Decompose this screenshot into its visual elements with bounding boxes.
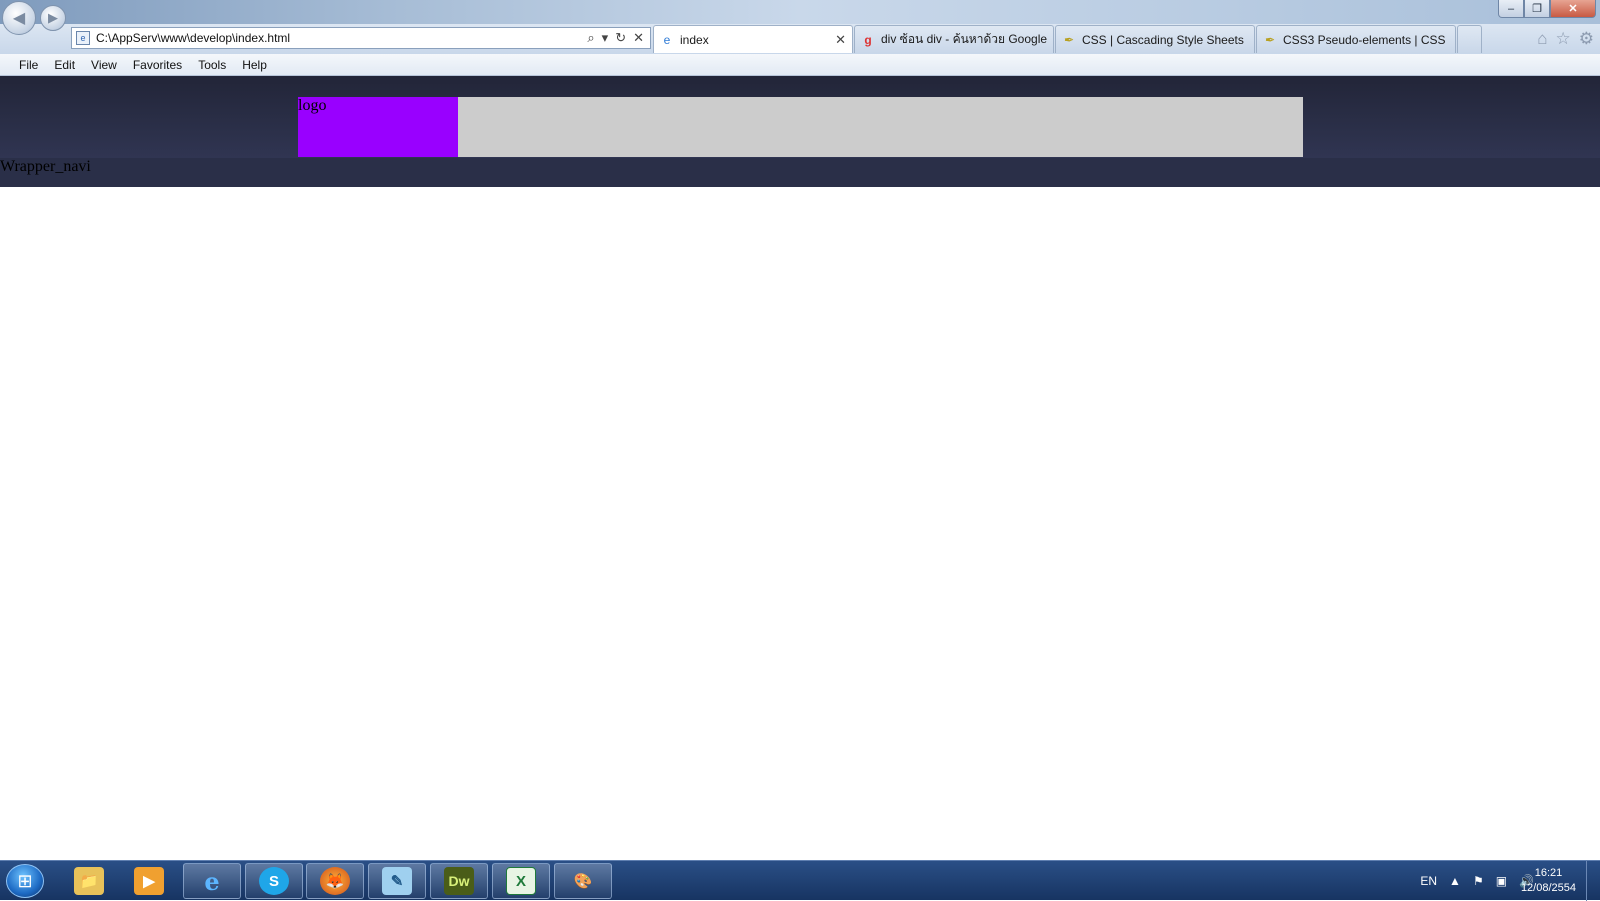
taskbar-skype[interactable]: S	[245, 863, 303, 899]
tab-label: div ซ้อน div - ค้นหาด้วย Google	[881, 32, 1047, 46]
tab-label: index	[680, 32, 709, 47]
feather-icon: ✒	[1063, 32, 1075, 47]
skype-icon: S	[259, 867, 289, 895]
search-icon[interactable]: ⌕	[587, 30, 594, 46]
browser-toolbar-icons: ⌂ ☆ ⚙	[1537, 29, 1594, 49]
tab-label: CSS | Cascading Style Sheets | ...	[1082, 32, 1248, 47]
tab-css3-pseudo[interactable]: ✒ CSS3 Pseudo-elements | CSS C...	[1256, 25, 1456, 53]
window-titlebar: – ❐ ✕	[0, 0, 1600, 24]
taskbar-paint[interactable]: 🎨	[554, 863, 612, 899]
show-hidden-icons-icon[interactable]: ▲	[1449, 874, 1461, 888]
stop-icon[interactable]: ✕	[633, 30, 644, 46]
system-clock[interactable]: 16:21 12/08/2554	[1521, 866, 1576, 896]
dreamweaver-icon: Dw	[444, 867, 474, 895]
taskbar-internet-explorer[interactable]: e	[183, 863, 241, 899]
close-window-button[interactable]: ✕	[1550, 0, 1596, 18]
taskbar-firefox[interactable]: 🦊	[306, 863, 364, 899]
taskbar-media-player[interactable]: ▶	[120, 863, 178, 899]
ie-icon: e	[204, 866, 220, 896]
menu-view[interactable]: View	[91, 58, 117, 72]
tab-css-cascading[interactable]: ✒ CSS | Cascading Style Sheets | ...	[1055, 25, 1255, 53]
clock-time: 16:21	[1534, 867, 1563, 879]
forward-arrow-icon: ▶	[48, 10, 58, 25]
media-player-icon: ▶	[134, 867, 164, 895]
tab-label: CSS3 Pseudo-elements | CSS C...	[1283, 32, 1449, 47]
tab-google-search[interactable]: g div ซ้อน div - ค้นหาด้วย Google	[854, 25, 1054, 53]
wrapper-navi: Wrapper_navi	[0, 158, 1600, 187]
feather-icon: ✒	[1264, 32, 1276, 47]
google-icon: g	[864, 32, 872, 47]
notepad-icon: ✎	[382, 867, 412, 895]
menu-help[interactable]: Help	[242, 58, 267, 72]
taskbar: ⊞ 📁 ▶ e S 🦊 ✎ Dw X 🎨 EN ▲ ⚑ ▣ 🔊 16:21 12…	[0, 860, 1600, 901]
system-tray: EN ▲ ⚑ ▣ 🔊	[1420, 861, 1534, 901]
minimize-button[interactable]: –	[1498, 0, 1524, 18]
menu-file[interactable]: File	[19, 58, 38, 72]
address-tools: ⌕ ▾ ↻ ✕	[587, 30, 644, 46]
menu-favorites[interactable]: Favorites	[133, 58, 182, 72]
action-center-flag-icon[interactable]: ⚑	[1473, 874, 1484, 888]
ie-icon: e	[663, 32, 671, 47]
windows-logo-icon: ⊞	[17, 870, 33, 891]
menu-edit[interactable]: Edit	[54, 58, 75, 72]
new-tab-button[interactable]	[1457, 25, 1482, 53]
taskbar-explorer[interactable]: 📁	[60, 863, 118, 899]
back-arrow-icon: ◀	[12, 10, 26, 27]
menu-bar: File Edit View Favorites Tools Help	[0, 54, 1600, 76]
taskbar-excel[interactable]: X	[492, 863, 550, 899]
logo-box: logo	[298, 97, 458, 157]
network-icon[interactable]: ▣	[1496, 874, 1507, 888]
refresh-icon[interactable]: ↻	[615, 30, 626, 46]
show-desktop-button[interactable]	[1586, 861, 1600, 901]
dropdown-icon[interactable]: ▾	[602, 30, 609, 46]
page-icon: e	[76, 31, 90, 45]
favorites-star-icon[interactable]: ☆	[1556, 29, 1571, 49]
menu-tools[interactable]: Tools	[198, 58, 226, 72]
header-content-box	[458, 97, 1303, 157]
tab-close-icon[interactable]: ✕	[835, 32, 846, 48]
language-indicator[interactable]: EN	[1420, 874, 1437, 888]
excel-icon: X	[506, 867, 536, 895]
window-controls: – ❐ ✕	[1498, 0, 1596, 18]
folder-icon: 📁	[74, 867, 104, 895]
start-button[interactable]: ⊞	[6, 864, 44, 898]
address-text[interactable]: C:\AppServ\www\develop\index.html	[96, 31, 587, 45]
gear-icon[interactable]: ⚙	[1579, 29, 1594, 49]
taskbar-dreamweaver[interactable]: Dw	[430, 863, 488, 899]
forward-button[interactable]: ▶	[40, 5, 66, 31]
clock-date: 12/08/2554	[1520, 882, 1576, 894]
tab-index[interactable]: e index ✕	[653, 25, 853, 53]
taskbar-notepad[interactable]: ✎	[368, 863, 426, 899]
address-bar[interactable]: e C:\AppServ\www\develop\index.html ⌕ ▾ …	[71, 27, 651, 49]
paint-icon: 🎨	[573, 873, 593, 890]
home-icon[interactable]: ⌂	[1537, 29, 1547, 49]
back-button[interactable]: ◀	[2, 1, 36, 35]
firefox-icon: 🦊	[320, 867, 350, 895]
restore-button[interactable]: ❐	[1524, 0, 1550, 18]
